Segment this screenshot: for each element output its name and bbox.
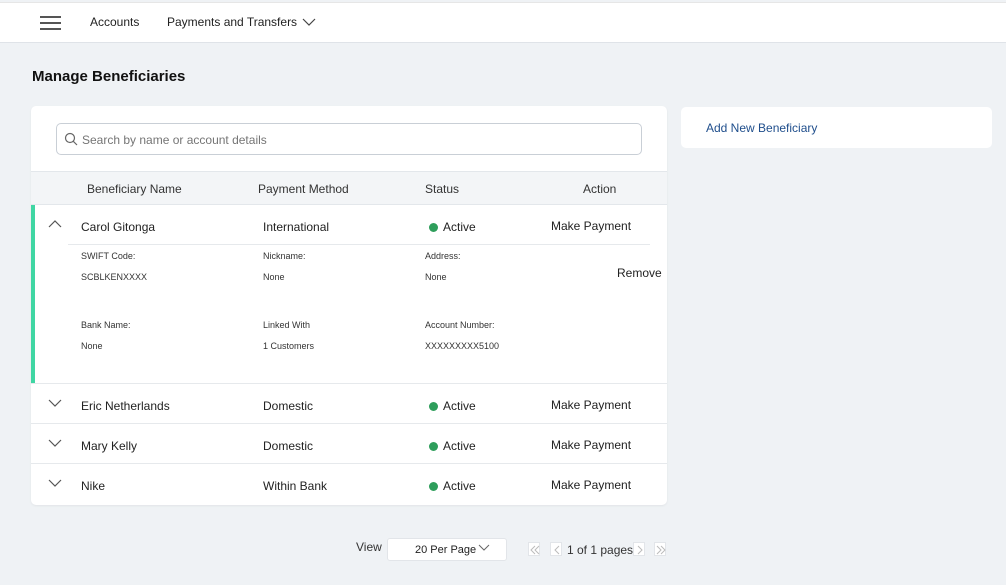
- nickname-value: None: [263, 272, 285, 282]
- linked-with-value: 1 Customers: [263, 341, 315, 351]
- view-label: View: [356, 540, 382, 554]
- chevron-down-icon[interactable]: [48, 476, 62, 490]
- payment-method: International: [263, 220, 330, 234]
- beneficiaries-card: Search by name or account details Benefi…: [31, 106, 667, 505]
- account-number-label: Account Number:: [425, 320, 495, 330]
- make-payment-link[interactable]: Make Payment: [551, 438, 631, 452]
- remove-link[interactable]: Remove: [617, 266, 662, 280]
- chevron-up-icon[interactable]: [48, 217, 62, 231]
- status-text: Active: [443, 439, 476, 453]
- chevron-down-icon[interactable]: [48, 396, 62, 410]
- payment-method: Within Bank: [263, 479, 328, 493]
- header-beneficiary-name: Beneficiary Name: [87, 182, 182, 196]
- beneficiary-name: Carol Gitonga: [81, 220, 156, 234]
- hamburger-icon[interactable]: [40, 16, 61, 30]
- nickname-label: Nickname:: [263, 251, 306, 261]
- payment-method: Domestic: [263, 439, 314, 453]
- address-value: None: [425, 272, 447, 282]
- linked-with-label: Linked With: [263, 320, 311, 330]
- swift-code-value: SCBLKENXXXX: [81, 272, 148, 282]
- chevron-right-icon: [637, 545, 643, 555]
- double-chevron-left-icon: [530, 545, 540, 555]
- nav-payments-transfers[interactable]: Payments and Transfers: [167, 15, 297, 29]
- add-new-beneficiary-link[interactable]: Add New Beneficiary: [706, 121, 817, 135]
- beneficiary-name: Eric Netherlands: [81, 399, 170, 413]
- header-status: Status: [425, 182, 460, 196]
- make-payment-link[interactable]: Make Payment: [551, 398, 631, 412]
- active-status-dot: [429, 402, 438, 411]
- page-title: Manage Beneficiaries: [32, 68, 186, 85]
- search-input[interactable]: Search by name or account details: [56, 123, 642, 155]
- active-status-dot: [429, 442, 438, 451]
- chevron-left-icon: [554, 545, 560, 555]
- top-nav-bar: Accounts Payments and Transfers: [0, 2, 1006, 43]
- per-page-value: 20 Per Page: [415, 544, 477, 556]
- first-page-button[interactable]: [528, 542, 540, 556]
- table-header: Beneficiary Name Payment Method Status A…: [31, 171, 667, 205]
- chevron-down-icon: [478, 544, 490, 551]
- chevron-down-icon[interactable]: [48, 436, 62, 450]
- next-page-button[interactable]: [633, 542, 645, 556]
- active-status-dot: [429, 223, 438, 232]
- per-page-select[interactable]: 20 Per Page: [387, 538, 507, 561]
- header-action: Action: [583, 182, 617, 196]
- status-text: Active: [443, 220, 476, 234]
- table-row[interactable]: Mary Kelly Domestic Active Make Payment: [31, 424, 667, 464]
- beneficiary-name: Mary Kelly: [81, 439, 138, 453]
- last-page-button[interactable]: [654, 542, 666, 556]
- double-chevron-right-icon: [656, 545, 666, 555]
- make-payment-link[interactable]: Make Payment: [551, 219, 631, 233]
- make-payment-link[interactable]: Make Payment: [551, 478, 631, 492]
- status-badge: Active: [429, 399, 476, 413]
- add-beneficiary-card: Add New Beneficiary: [681, 107, 992, 148]
- search-icon: [64, 132, 78, 146]
- detail-divider: [68, 244, 650, 245]
- table-row[interactable]: Nike Within Bank Active Make Payment: [31, 464, 667, 504]
- table-row[interactable]: Eric Netherlands Domestic Active Make Pa…: [31, 384, 667, 424]
- previous-page-button[interactable]: [550, 542, 562, 556]
- header-payment-method: Payment Method: [258, 182, 349, 196]
- status-badge: Active: [429, 479, 476, 493]
- status-text: Active: [443, 479, 476, 493]
- nav-accounts[interactable]: Accounts: [90, 15, 139, 29]
- address-label: Address:: [425, 251, 461, 261]
- status-badge: Active: [429, 220, 476, 234]
- payment-method: Domestic: [263, 399, 314, 413]
- search-placeholder: Search by name or account details: [82, 133, 267, 147]
- page-indicator: 1 of 1 pages: [567, 543, 634, 557]
- bank-name-label: Bank Name:: [81, 320, 131, 330]
- beneficiary-name: Nike: [81, 479, 106, 493]
- table-row[interactable]: Carol Gitonga International Active Make …: [31, 205, 667, 384]
- chevron-down-icon[interactable]: [302, 15, 316, 29]
- active-status-dot: [429, 482, 438, 491]
- swift-code-label: SWIFT Code:: [81, 251, 136, 261]
- status-badge: Active: [429, 439, 476, 453]
- status-text: Active: [443, 399, 476, 413]
- account-number-value: XXXXXXXXX5100: [425, 341, 500, 351]
- bank-name-value: None: [81, 341, 103, 351]
